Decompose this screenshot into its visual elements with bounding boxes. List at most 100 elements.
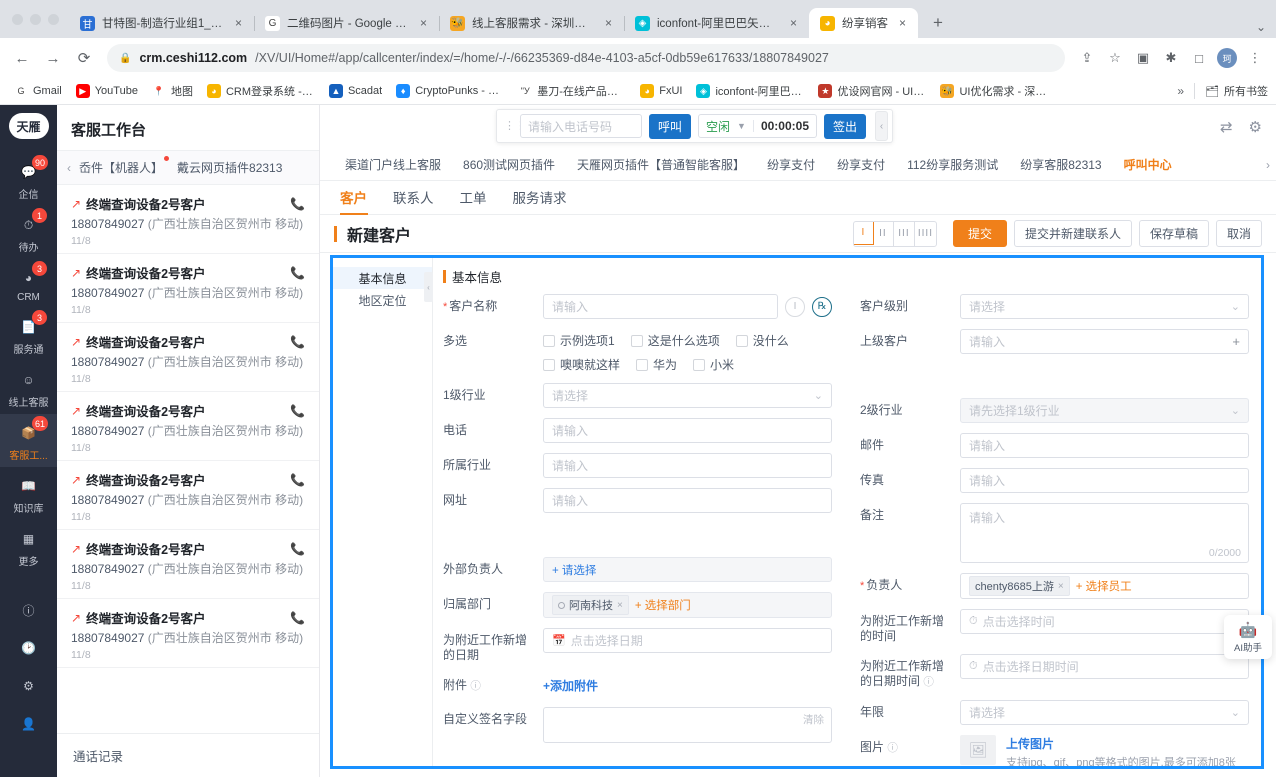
call-button[interactable]: 呼叫 [649, 113, 692, 139]
textarea[interactable]: 请输入 0/2000 [960, 503, 1249, 563]
time-picker[interactable]: ⏱ 点击选择日期时间 [960, 654, 1249, 679]
call-list-item[interactable]: ↗ 终端查询设备2号客户 📞 18807849027 (广西壮族自治区贺州市 移… [57, 323, 319, 392]
select-input[interactable]: 请选择 ⌄ [960, 294, 1249, 319]
action-button[interactable]: 提交并新建联系人 [1013, 220, 1132, 247]
window-controls[interactable] [8, 0, 69, 38]
bookmark-item[interactable]: G Gmail [8, 81, 68, 101]
phone-icon[interactable]: 📞 [290, 197, 305, 211]
bookmark-item[interactable]: ◕ FxUI [634, 81, 688, 101]
reload-icon[interactable]: ⟳ [70, 44, 98, 72]
column-layout-option[interactable]: III [894, 221, 915, 246]
text-input[interactable]: 请输入 [543, 488, 832, 513]
time-picker[interactable]: ⏱ 点击选择时间 [960, 609, 1249, 634]
bookmark-item[interactable]: ◈ iconfont-阿里巴巴... [690, 80, 810, 102]
close-icon[interactable]: × [1058, 581, 1064, 592]
bookmark-item[interactable]: ◕ CRM登录系统 - 纷... [201, 80, 321, 102]
browser-tab[interactable]: ◕ 纷享销客 × [809, 8, 918, 38]
app-tab[interactable]: 渠道门户线上客服 [334, 156, 452, 173]
add-attachment-link[interactable]: +添加附件 [543, 679, 598, 693]
add-icon[interactable]: + [1232, 334, 1240, 349]
help-icon[interactable]: ⓘ [18, 599, 40, 621]
app-tab[interactable]: 纷享客服82313 [1009, 156, 1112, 173]
phone-number-input[interactable]: 请输入电话号码 [520, 114, 642, 138]
checkbox-box[interactable] [636, 358, 649, 371]
call-list-item[interactable]: ↗ 终端查询设备2号客户 📞 18807849027 (广西壮族自治区贺州市 移… [57, 461, 319, 530]
help-icon[interactable]: ⓘ [887, 742, 898, 754]
checkbox-option[interactable]: 没什么 [735, 332, 789, 349]
checkbox-option[interactable]: 华为 [636, 356, 677, 373]
entity-tab[interactable]: 客户 [334, 187, 380, 215]
tag-select[interactable]: + 请选择 [543, 557, 832, 582]
back-icon[interactable]: ← [8, 44, 36, 72]
checkbox-option[interactable]: 小米 [693, 356, 734, 373]
share-icon[interactable]: ⇪ [1074, 45, 1100, 71]
app-tabs-next-icon[interactable]: › [1258, 158, 1270, 172]
bookmark-star-icon[interactable]: ☆ [1102, 45, 1128, 71]
rail-item-服务通[interactable]: 📄 服务通 3 [0, 308, 57, 361]
rail-item-企信[interactable]: 💬 企信 90 [0, 153, 57, 206]
browser-tab[interactable]: ◈ iconfont-阿里巴巴矢量图标库 × [624, 8, 810, 38]
settings-sliders-icon[interactable]: ⚙ [1249, 118, 1262, 136]
bookmark-item[interactable]: "У 墨刀-在线产品设计... [512, 80, 632, 102]
panel-prev-icon[interactable]: ‹ [67, 161, 71, 175]
browser-tab[interactable]: 🐝 线上客服需求 - 深圳研发中心 - × [439, 8, 625, 38]
column-layout-option[interactable]: IIII [915, 222, 936, 246]
form-anchor[interactable]: 基本信息 [333, 267, 432, 289]
form-anchor[interactable]: 地区定位 [333, 289, 432, 311]
dedupe-icon[interactable]: ℞ [812, 296, 832, 317]
sidepanel-icon[interactable]: □ [1186, 45, 1212, 71]
dialer-collapse-icon[interactable]: ‹ [875, 111, 889, 141]
settings-icon[interactable]: ⚙ [18, 675, 40, 697]
help-icon[interactable]: ⓘ [470, 680, 481, 692]
action-button[interactable]: 保存草稿 [1138, 220, 1209, 247]
sort-icon[interactable]: ⇄ [1220, 118, 1233, 136]
text-input[interactable]: 请输入 [543, 418, 832, 443]
app-tab[interactable]: 112纷享服务测试 [896, 156, 1009, 173]
signature-field[interactable]: 清除 [543, 707, 832, 743]
agent-status-group[interactable]: 空闲 ▼ 00:00:05 [698, 114, 817, 138]
call-list-item[interactable]: ↗ 终端查询设备2号客户 📞 18807849027 (广西壮族自治区贺州市 移… [57, 185, 319, 254]
column-layout-option[interactable]: I [853, 221, 874, 245]
extensions-icon[interactable]: ✱ [1158, 45, 1184, 71]
help-icon[interactable]: ⓘ [923, 676, 934, 688]
checkbox-box[interactable] [735, 334, 748, 347]
text-input[interactable]: 请输入 [543, 294, 778, 319]
all-bookmarks-button[interactable]: 🗂 所有书签 [1194, 83, 1268, 99]
contacts-icon[interactable]: 👤 [18, 713, 40, 735]
checkbox-option[interactable]: 这是什么选项 [630, 332, 720, 349]
column-layout-option[interactable]: II [873, 221, 894, 246]
bookmark-item[interactable]: ▶ YouTube [70, 81, 144, 101]
phone-icon[interactable]: 📞 [290, 473, 305, 487]
phone-icon[interactable]: 📞 [290, 266, 305, 280]
phone-icon[interactable]: 📞 [290, 542, 305, 556]
chevron-down-icon[interactable]: ⌄ [1231, 404, 1240, 417]
tag-add-link[interactable]: + 选择部门 [635, 597, 691, 613]
close-icon[interactable]: × [416, 16, 431, 31]
text-input[interactable]: 请输入 [543, 453, 832, 478]
panel-tab[interactable]: 岙件【机器人】 [79, 156, 170, 176]
upload-link[interactable]: 上传图片 [1006, 737, 1054, 751]
call-list-item[interactable]: ↗ 终端查询设备2号客户 📞 18807849027 (广西壮族自治区贺州市 移… [57, 599, 319, 668]
rail-item-待办[interactable]: ⏱ 待办 1 [0, 206, 57, 259]
bookmark-item[interactable]: ★ 优设网官网 - UISD... [812, 80, 932, 102]
ai-assistant-widget[interactable]: 🤖 AI助手 [1224, 615, 1272, 659]
call-list-item[interactable]: ↗ 终端查询设备2号客户 📞 18807849027 (广西壮族自治区贺州市 移… [57, 392, 319, 461]
checkbox-box[interactable] [693, 358, 706, 371]
tag-select[interactable]: 阿南科技 × + 选择部门 [543, 592, 832, 618]
browser-tab[interactable]: G 二维码图片 - Google 搜索 × [254, 8, 440, 38]
action-button[interactable]: 取消 [1215, 220, 1262, 247]
close-icon[interactable]: × [617, 600, 623, 611]
date-picker[interactable]: 📅 点击选择日期 [543, 628, 832, 653]
rail-item-知识库[interactable]: 📖 知识库 [0, 467, 57, 520]
select-input[interactable]: 请选择 ⌄ [960, 700, 1249, 725]
checkbox-option[interactable]: 噢噢就这样 [543, 356, 620, 373]
app-tab[interactable]: 纷享支付 [826, 156, 896, 173]
bookmark-item[interactable]: 📍 地图 [146, 80, 199, 102]
entity-tab[interactable]: 工单 [447, 187, 500, 214]
checkbox-box[interactable] [543, 358, 555, 371]
phone-icon[interactable]: 📞 [290, 404, 305, 418]
history-icon[interactable]: 🕑 [18, 637, 40, 659]
chevron-down-icon[interactable]: ⌄ [814, 389, 823, 402]
call-list-item[interactable]: ↗ 终端查询设备2号客户 📞 18807849027 (广西壮族自治区贺州市 移… [57, 530, 319, 599]
app-tab[interactable]: 天雁网页插件【普通智能客服】 [566, 156, 756, 173]
